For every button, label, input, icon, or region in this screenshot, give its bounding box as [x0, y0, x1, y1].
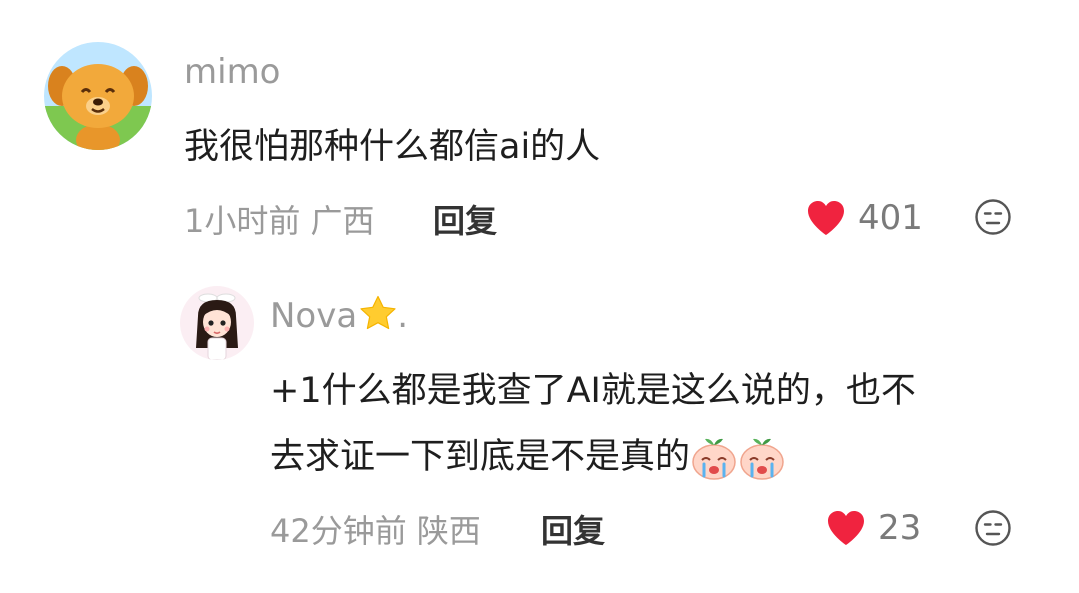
- dislike-icon[interactable]: [974, 198, 1012, 236]
- reply-button[interactable]: 回复: [433, 196, 497, 242]
- comment-text-line-2-text: 去求证一下到底是不是真的: [270, 437, 691, 477]
- username-text: Nova: [270, 296, 358, 336]
- crying-peach-emoji: [692, 438, 736, 480]
- dog-avatar[interactable]: [44, 42, 152, 150]
- dislike-icon[interactable]: [974, 509, 1012, 547]
- heart-icon: [808, 201, 844, 235]
- like-button[interactable]: 23: [826, 506, 921, 550]
- comment-time-location: 1小时前 广西: [184, 202, 375, 240]
- crying-peach-emoji: [740, 438, 784, 480]
- comment-text-line-1: +1什么都是我查了AI就是这么说的，也不: [270, 371, 916, 411]
- like-count: 23: [878, 508, 922, 548]
- heart-icon: [828, 511, 864, 545]
- like-button[interactable]: 401: [806, 196, 923, 240]
- username[interactable]: mimo: [184, 52, 281, 92]
- username[interactable]: Nova .: [270, 295, 408, 336]
- comment-text-line-2: 去求证一下到底是不是真的: [270, 428, 786, 480]
- girl-avatar[interactable]: [180, 286, 254, 360]
- star-emoji: [360, 295, 396, 330]
- comment-text: 我很怕那种什么都信ai的人: [184, 127, 601, 167]
- comment-time-location: 42分钟前 陕西: [270, 512, 481, 550]
- like-count: 401: [858, 198, 923, 238]
- reply-button[interactable]: 回复: [541, 506, 605, 552]
- username-suffix: .: [397, 296, 409, 336]
